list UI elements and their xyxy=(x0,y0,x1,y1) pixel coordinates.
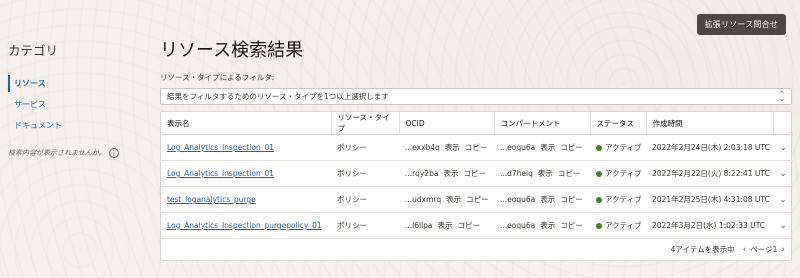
status-cell: アクティブ xyxy=(590,186,646,213)
ocid-copy-link[interactable]: コピー xyxy=(466,195,489,204)
created-cell: 2021年2月25日(木) 4:31:08 UTC xyxy=(646,186,773,213)
column-header-expand xyxy=(773,112,793,135)
column-header-status[interactable]: ステータス xyxy=(590,112,647,135)
compartment-cell: ...eoqu6a 表示 コピー xyxy=(494,212,590,239)
status-text: アクティブ xyxy=(605,221,642,230)
status-active-icon xyxy=(596,145,602,151)
filter-placeholder: 結果をフィルタするためのリソース・タイプを1つ以上選択します xyxy=(167,92,389,101)
chevron-down-icon[interactable]: ⌄ xyxy=(773,160,793,187)
column-header-created[interactable]: 作成時間 xyxy=(646,112,774,135)
compartment-value: ...eoqu6a xyxy=(500,143,536,152)
compartment-cell: ...eoqu6a 表示 コピー xyxy=(494,186,590,213)
ocid-value: ...exxb4q xyxy=(405,143,440,152)
chevron-down-icon[interactable]: ⌄ xyxy=(773,212,793,239)
item-count-text: 4アイテムを表示中 xyxy=(670,245,735,254)
info-icon[interactable]: i xyxy=(108,148,119,158)
category-sidebar: カテゴリ リソース サービス ドキュメント 検索内容が表示されませんか。 i xyxy=(8,40,148,158)
resource-type-filter-select[interactable]: 結果をフィルタするためのリソース・タイプを1つ以上選択します ⌃ ⌄ xyxy=(160,88,792,105)
resource-type-cell: ポリシー xyxy=(331,212,399,239)
status-cell: アクティブ xyxy=(590,134,646,161)
created-cell: 2022年2月22日(火) 8:22:41 UTC xyxy=(646,160,773,187)
ocid-show-link[interactable]: 表示 xyxy=(438,221,453,230)
pagination: ‹ ページ1 › xyxy=(743,244,785,255)
status-active-icon xyxy=(596,197,602,203)
column-header-ocid[interactable]: OCID xyxy=(399,112,495,135)
table-row: Log_Analytics_Inspection_purgepolicy_01 … xyxy=(161,212,793,239)
advanced-resource-query-button[interactable]: 拡張リソース問合せ xyxy=(696,14,786,35)
chevron-down-icon[interactable]: ⌄ xyxy=(773,134,793,161)
sidebar-title: カテゴリ xyxy=(8,43,59,58)
sidebar-item-documents[interactable]: ドキュメント xyxy=(8,117,148,134)
column-header-compartment[interactable]: コンパートメント xyxy=(494,112,591,135)
created-cell: 2022年2月24日(木) 2:03:18 UTC xyxy=(646,134,773,161)
compartment-value: ...eoqu6a xyxy=(500,221,536,230)
compartment-show-link[interactable]: 表示 xyxy=(540,143,555,152)
compartment-copy-link[interactable]: コピー xyxy=(558,169,581,178)
status-cell: アクティブ xyxy=(590,160,646,187)
search-help-text: 検索内容が表示されませんか。 xyxy=(8,149,106,157)
chevron-down-icon[interactable]: ⌄ xyxy=(773,186,793,213)
results-table: 表示名 リソース・タイプ OCID コンパートメント ステータス 作成時間 Lo… xyxy=(160,111,793,261)
resource-type-cell: ポリシー xyxy=(331,186,399,213)
ocid-show-link[interactable]: 表示 xyxy=(443,169,458,178)
ocid-cell: ...rqy2ba 表示 コピー xyxy=(399,160,494,187)
sidebar-item-resources[interactable]: リソース xyxy=(8,75,148,92)
compartment-cell: ...d7heiq 表示 コピー xyxy=(494,160,590,187)
ocid-cell: ...udxmrq 表示 コピー xyxy=(399,186,494,213)
status-text: アクティブ xyxy=(605,169,642,178)
table-header-row: 表示名 リソース・タイプ OCID コンパートメント ステータス 作成時間 xyxy=(161,112,793,135)
ocid-copy-link[interactable]: コピー xyxy=(463,169,486,178)
compartment-copy-link[interactable]: コピー xyxy=(560,221,583,230)
ocid-show-link[interactable]: 表示 xyxy=(445,143,460,152)
ocid-cell: ...exxb4q 表示 コピー xyxy=(399,134,494,161)
compartment-copy-link[interactable]: コピー xyxy=(560,195,583,204)
ocid-copy-link[interactable]: コピー xyxy=(458,221,481,230)
select-arrows-icon: ⌃ ⌄ xyxy=(779,89,785,103)
sidebar-item-services[interactable]: サービス xyxy=(8,96,148,113)
chevron-left-icon[interactable]: ‹ xyxy=(743,245,747,255)
ocid-value: ...udxmrq xyxy=(405,195,442,204)
search-help-note: 検索内容が表示されませんか。 i xyxy=(8,148,148,158)
chevron-right-icon[interactable]: › xyxy=(781,245,785,255)
status-active-icon xyxy=(596,171,602,177)
compartment-value: ...d7heiq xyxy=(500,169,533,178)
ocid-value: ...l6llpa xyxy=(405,221,433,230)
ocid-show-link[interactable]: 表示 xyxy=(446,195,461,204)
compartment-show-link[interactable]: 表示 xyxy=(538,169,553,178)
resource-type-cell: ポリシー xyxy=(331,160,399,187)
ocid-copy-link[interactable]: コピー xyxy=(465,143,488,152)
compartment-value: ...eoqu6a xyxy=(500,195,536,204)
column-header-resource-type[interactable]: リソース・タイプ xyxy=(331,112,400,135)
created-cell: 2022年3月2日(水) 1:02:33 UTC xyxy=(646,212,773,239)
compartment-show-link[interactable]: 表示 xyxy=(540,221,555,230)
table-footer: 4アイテムを表示中 ‹ ページ1 › xyxy=(161,239,791,260)
table-row: Log_Analytics_Inspection_01 ポリシー ...rqy2… xyxy=(161,160,793,187)
compartment-show-link[interactable]: 表示 xyxy=(540,195,555,204)
table-row: Log_Analytics_Inspection_01 ポリシー ...exxb… xyxy=(161,134,793,161)
resource-name-link[interactable]: test_loganalytics_purge xyxy=(167,195,256,204)
main-content: リソース検索結果 リソース・タイプによるフィルタ: 結果をフィルタするためのリソ… xyxy=(160,36,793,261)
ocid-cell: ...l6llpa 表示 コピー xyxy=(399,212,494,239)
column-header-display-name[interactable]: 表示名 xyxy=(161,112,332,135)
filter-label: リソース・タイプによるフィルタ: xyxy=(160,73,275,82)
status-active-icon xyxy=(596,223,602,229)
compartment-copy-link[interactable]: コピー xyxy=(560,143,583,152)
compartment-cell: ...eoqu6a 表示 コピー xyxy=(494,134,590,161)
table-row: test_loganalytics_purge ポリシー ...udxmrq 表示… xyxy=(161,186,793,213)
page-title: リソース検索結果 xyxy=(160,40,304,61)
resource-type-cell: ポリシー xyxy=(331,134,399,161)
status-cell: アクティブ xyxy=(590,212,646,239)
status-text: アクティブ xyxy=(605,195,642,204)
ocid-value: ...rqy2ba xyxy=(405,169,439,178)
page-indicator: ページ1 xyxy=(750,245,778,254)
resource-name-link[interactable]: Log_Analytics_Inspection_purgepolicy_01 xyxy=(167,221,322,230)
resource-name-link[interactable]: Log_Analytics_Inspection_01 xyxy=(167,169,274,178)
resource-name-link[interactable]: Log_Analytics_Inspection_01 xyxy=(167,143,274,152)
status-text: アクティブ xyxy=(605,143,642,152)
